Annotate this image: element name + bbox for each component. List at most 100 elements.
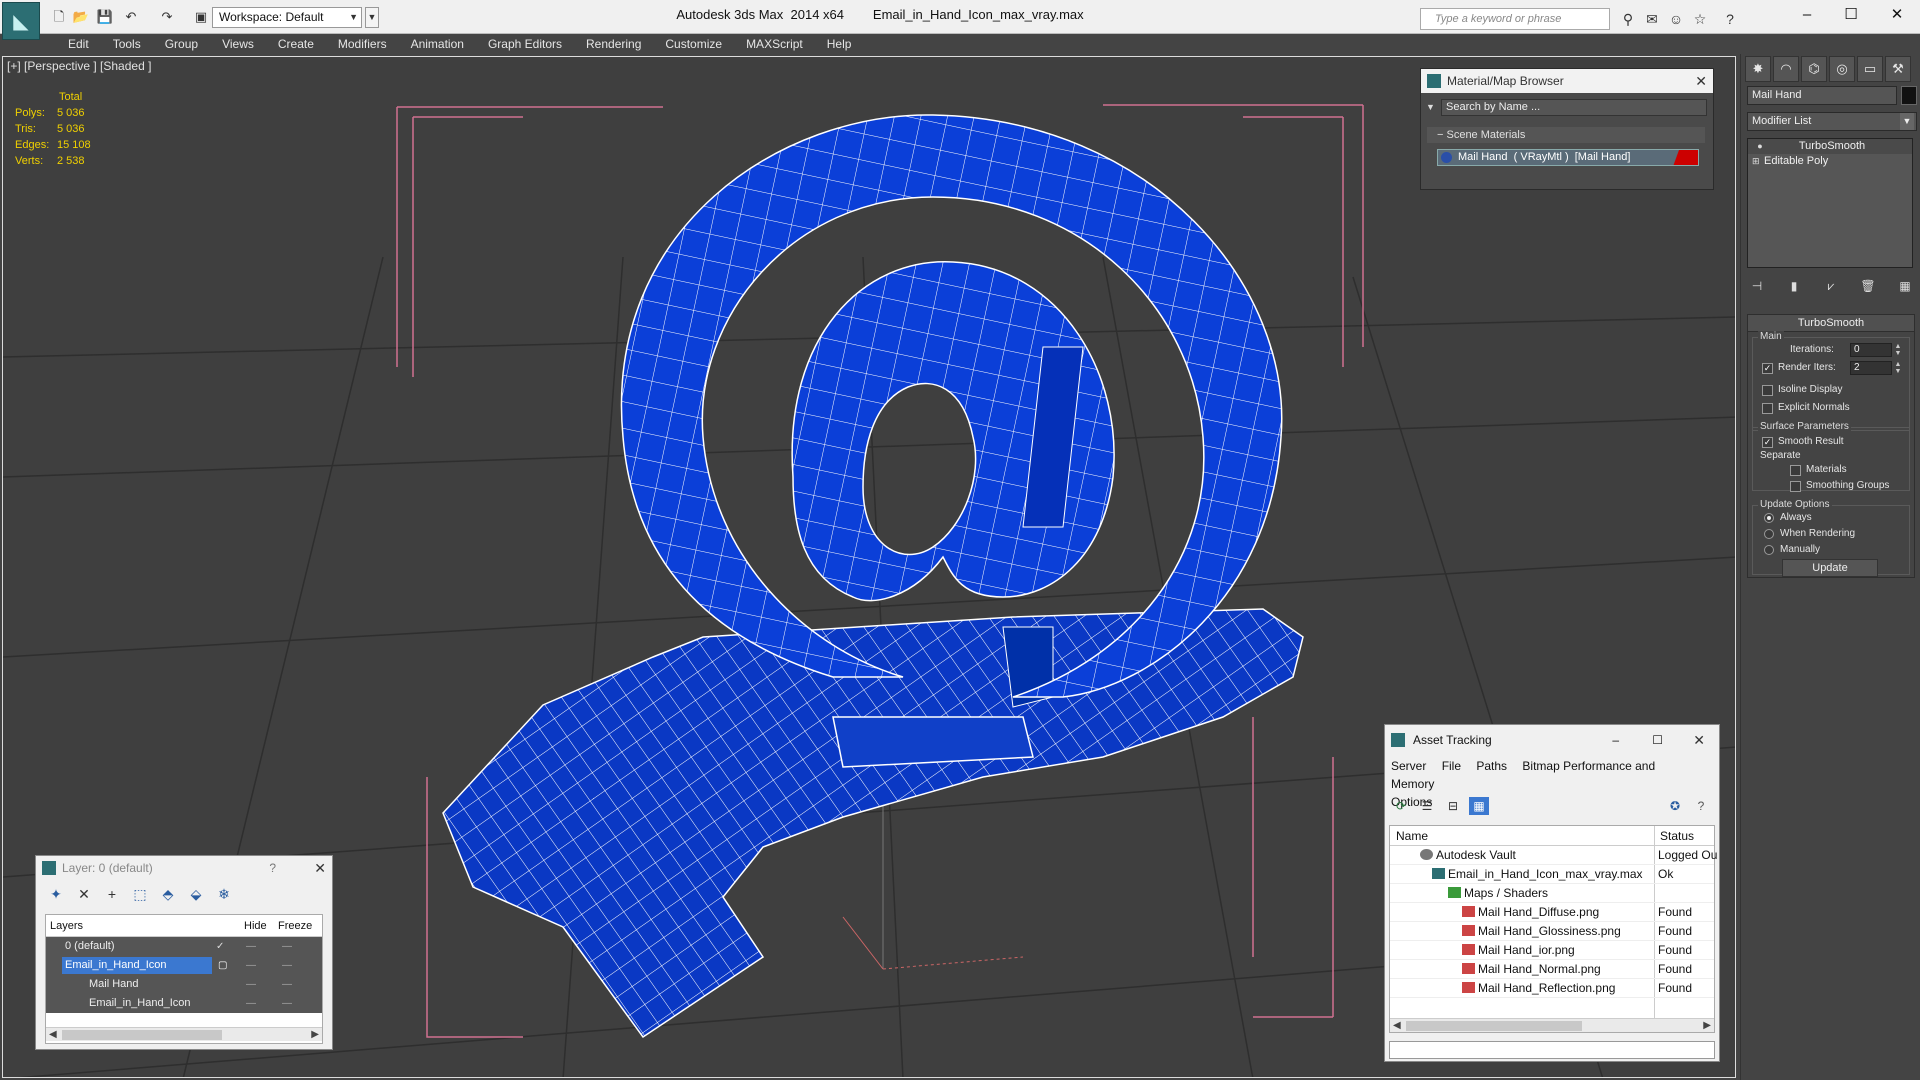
set-current-layer-icon[interactable]: ▢ <box>218 956 227 975</box>
rollout-title[interactable]: TurboSmooth <box>1748 315 1914 332</box>
iterations-spinner[interactable]: 0 ▲ ▼ <box>1850 343 1901 357</box>
asset-path-field[interactable] <box>1389 1041 1715 1059</box>
close-icon[interactable]: ✕ <box>1695 69 1707 93</box>
help-icon[interactable]: ? <box>1720 9 1740 29</box>
hide-toggle[interactable]: — <box>246 937 256 956</box>
update-always-radio[interactable] <box>1764 513 1774 523</box>
asset-row[interactable]: Maps / Shaders <box>1390 884 1714 903</box>
select-in-layer-icon[interactable]: ⬚ <box>130 884 150 904</box>
material-search-input[interactable]: Search by Name ... <box>1441 99 1707 116</box>
minimize-button[interactable]: – <box>1784 0 1830 30</box>
menu-group[interactable]: Group <box>153 34 210 54</box>
layers-column-header[interactable]: Layers <box>50 915 83 937</box>
freeze-all-layers-icon[interactable]: ❄ <box>214 884 234 904</box>
close-icon[interactable]: ✕ <box>1693 725 1705 755</box>
asset-row[interactable]: Mail Hand_ior.png Found <box>1390 941 1714 960</box>
pin-stack-icon[interactable]: ⊣ <box>1747 276 1767 296</box>
menu-create[interactable]: Create <box>266 34 326 54</box>
update-manually-radio[interactable] <box>1764 545 1774 555</box>
update-button[interactable]: Update <box>1782 559 1878 577</box>
maximize-icon[interactable]: ☐ <box>1652 725 1663 755</box>
material-browser-titlebar[interactable]: Material/Map Browser ✕ <box>1421 69 1713 93</box>
freeze-toggle[interactable]: — <box>282 937 292 956</box>
asset-row[interactable]: Autodesk Vault Logged Ou <box>1390 846 1717 865</box>
expand-plus-icon[interactable]: ⊞ <box>1752 154 1764 169</box>
layer-horizontal-scrollbar[interactable]: ◀ ▶ <box>46 1027 322 1041</box>
close-button[interactable]: ✕ <box>1874 0 1920 30</box>
display-tab-icon[interactable]: ▭ <box>1857 56 1883 82</box>
tree-view-icon[interactable]: ⊟ <box>1443 797 1463 815</box>
search-input[interactable]: Type a keyword or phrase <box>1420 8 1610 30</box>
layer-row[interactable]: Mail Hand — — <box>46 975 322 994</box>
communication-center-icon[interactable]: ✉ <box>1642 9 1662 29</box>
new-file-icon[interactable]: 🗋 <box>50 8 68 26</box>
workspace-options-icon[interactable]: ▼ <box>365 7 379 28</box>
menu-edit[interactable]: Edit <box>56 34 101 54</box>
modify-tab-icon[interactable]: ◠ <box>1773 56 1799 82</box>
explicit-normals-checkbox[interactable] <box>1762 403 1773 414</box>
list-view-icon[interactable]: ☰ <box>1417 797 1437 815</box>
scrollbar-thumb[interactable] <box>1406 1021 1582 1031</box>
hierarchy-tab-icon[interactable]: ⌬ <box>1801 56 1827 82</box>
object-name-field[interactable]: Mail Hand <box>1747 86 1897 105</box>
menu-maxscript[interactable]: MAXScript <box>734 34 815 54</box>
render-iters-checkbox[interactable]: ✓ <box>1762 363 1773 374</box>
hide-toggle[interactable]: — <box>246 956 256 975</box>
freeze-column-header[interactable]: Freeze <box>278 915 312 937</box>
asset-row[interactable]: Mail Hand_Diffuse.png Found <box>1390 903 1714 922</box>
stack-item-editable-poly[interactable]: ⊞ Editable Poly <box>1748 154 1912 169</box>
add-to-layer-icon[interactable]: + <box>102 884 122 904</box>
asset-row[interactable]: Mail Hand_Glossiness.png Found <box>1390 922 1714 941</box>
redo-icon[interactable]: ↷ <box>158 8 176 26</box>
scroll-left-icon[interactable]: ◀ <box>49 1028 57 1042</box>
menu-graph-editors[interactable]: Graph Editors <box>476 34 574 54</box>
menu-tools[interactable]: Tools <box>101 34 153 54</box>
asset-row[interactable]: Mail Hand_Reflection.png Found <box>1390 979 1714 998</box>
isoline-display-checkbox[interactable] <box>1762 385 1773 396</box>
freeze-toggle[interactable]: — <box>282 956 292 975</box>
asset-row[interactable]: Mail Hand_Normal.png Found <box>1390 960 1714 979</box>
separate-smoothing-groups-checkbox[interactable] <box>1790 481 1801 492</box>
help-icon[interactable]: ? <box>1691 797 1711 815</box>
asset-row[interactable]: Email_in_Hand_Icon_max_vray.max Ok <box>1390 865 1714 884</box>
create-layer-icon[interactable]: ✦ <box>46 884 66 904</box>
lightbulb-icon[interactable]: ● <box>1754 139 1766 154</box>
menu-customize[interactable]: Customize <box>653 34 734 54</box>
scene-materials-section[interactable]: − Scene Materials <box>1427 127 1705 143</box>
spinner-arrows-icon[interactable]: ▲ ▼ <box>1893 361 1903 375</box>
binoculars-icon[interactable]: ⚲ <box>1618 9 1638 29</box>
layer-row[interactable]: Email_in_Hand_Icon — — <box>46 994 322 1013</box>
scrollbar-thumb[interactable] <box>62 1030 222 1040</box>
delete-layer-icon[interactable]: ✕ <box>74 884 94 904</box>
vault-help-icon[interactable]: ✪ <box>1665 797 1685 815</box>
refresh-icon[interactable]: ⟳ <box>1391 797 1411 815</box>
remove-modifier-icon[interactable]: 🗑 <box>1858 276 1878 296</box>
hide-column-header[interactable]: Hide <box>244 915 267 937</box>
layer-row[interactable]: Email_in_Hand_Icon ▢ — — <box>46 956 322 975</box>
project-folder-icon[interactable]: ▣ <box>192 8 210 26</box>
viewport-label[interactable]: [+] [Perspective ] [Shaded ] <box>7 59 151 73</box>
render-iters-spinner[interactable]: 2 ▲ ▼ <box>1850 361 1901 375</box>
options-triangle-icon[interactable]: ▼ <box>1426 102 1435 112</box>
menu-rendering[interactable]: Rendering <box>574 34 653 54</box>
scroll-right-icon[interactable]: ▶ <box>311 1028 319 1042</box>
menu-paths[interactable]: Paths <box>1476 759 1507 773</box>
motion-tab-icon[interactable]: ◎ <box>1829 56 1855 82</box>
show-end-result-icon[interactable]: ▮ <box>1784 276 1804 296</box>
menu-modifiers[interactable]: Modifiers <box>326 34 399 54</box>
close-icon[interactable]: ✕ <box>314 856 326 880</box>
highlight-layer-icon[interactable]: ⬘ <box>158 884 178 904</box>
create-tab-icon[interactable]: ✸ <box>1745 56 1771 82</box>
material-item-mail-hand[interactable]: Mail Hand ( VRayMtl ) [Mail Hand] <box>1437 149 1699 166</box>
modifier-list-dropdown[interactable]: Modifier List ▼ <box>1747 112 1917 131</box>
scroll-left-icon[interactable]: ◀ <box>1393 1019 1401 1033</box>
spinner-arrows-icon[interactable]: ▲ ▼ <box>1893 343 1903 357</box>
layer-dialog-titlebar[interactable]: Layer: 0 (default) ? ✕ <box>36 856 332 880</box>
menu-help[interactable]: Help <box>815 34 864 54</box>
object-color-swatch[interactable] <box>1901 86 1917 105</box>
scroll-right-icon[interactable]: ▶ <box>1703 1019 1711 1033</box>
layer-row[interactable]: 0 (default) ✓ — — <box>46 937 322 956</box>
asset-tracking-titlebar[interactable]: Asset Tracking – ☐ ✕ <box>1385 725 1719 755</box>
freeze-toggle[interactable]: — <box>282 994 292 1013</box>
separate-materials-checkbox[interactable] <box>1790 465 1801 476</box>
